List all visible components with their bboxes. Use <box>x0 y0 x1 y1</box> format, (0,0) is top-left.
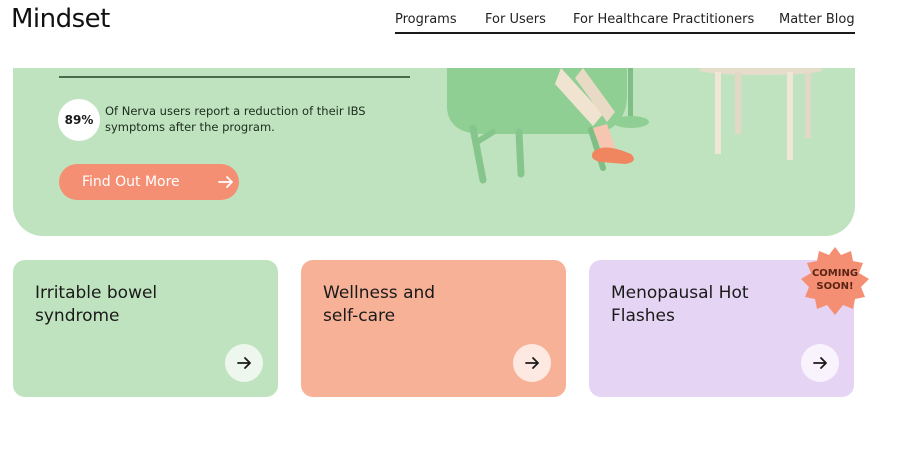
nav-item-for-users[interactable]: For Users <box>485 12 546 27</box>
stat-badge: 89% <box>58 99 100 141</box>
card-ibs[interactable]: Irritable bowel syndrome <box>13 260 278 397</box>
card-title: Irritable bowel syndrome <box>35 282 235 328</box>
main-nav: Programs For Users For Healthcare Practi… <box>395 12 855 34</box>
card-arrow-button[interactable] <box>225 344 263 382</box>
card-arrow-button[interactable] <box>801 344 839 382</box>
card-title-line: Flashes <box>611 306 675 326</box>
arrow-right-icon <box>525 357 539 369</box>
badge-line: SOON! <box>816 281 854 292</box>
arrow-right-icon <box>218 176 233 188</box>
stat-description: Of Nerva users report a reduction of the… <box>105 104 366 134</box>
hero-divider <box>59 76 410 78</box>
card-title-line: Irritable bowel <box>35 283 158 303</box>
site-logo[interactable]: Mindset <box>11 4 110 34</box>
site-header: Mindset Programs For Users For Healthcar… <box>0 0 900 68</box>
arrow-right-icon <box>237 357 251 369</box>
nav-item-programs[interactable]: Programs <box>395 12 457 27</box>
hero-banner: 89% Of Nerva users report a reduction of… <box>13 68 855 236</box>
coming-soon-badge: COMING SOON! <box>799 245 871 317</box>
find-out-more-button[interactable]: Find Out More <box>59 164 239 200</box>
nav-item-blog[interactable]: Matter Blog <box>779 12 855 27</box>
arrow-right-icon <box>813 357 827 369</box>
card-title: Menopausal Hot Flashes <box>611 282 811 328</box>
badge-line: COMING <box>811 268 859 279</box>
card-title: Wellness and self-care <box>323 282 523 328</box>
card-arrow-button[interactable] <box>513 344 551 382</box>
hero-illustration <box>447 68 823 184</box>
card-title-line: syndrome <box>35 306 120 326</box>
badge-text: COMING SOON! <box>799 267 871 293</box>
card-title-line: self-care <box>323 306 396 326</box>
nav-item-healthcare-practitioners[interactable]: For Healthcare Practitioners <box>573 12 754 27</box>
card-title-line: Menopausal Hot <box>611 283 749 303</box>
find-out-more-label: Find Out More <box>82 174 180 190</box>
card-wellness[interactable]: Wellness and self-care <box>301 260 566 397</box>
card-title-line: Wellness and <box>323 283 436 303</box>
